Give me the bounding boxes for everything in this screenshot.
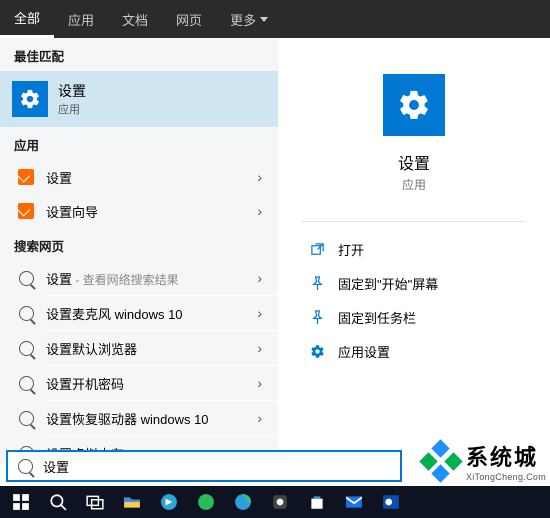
- start-button[interactable]: [4, 488, 38, 516]
- outlook-icon[interactable]: [374, 488, 408, 516]
- search-filter-tabs: 全部 应用 文档 网页 更多: [0, 0, 550, 38]
- web-header: 搜索网页: [0, 228, 278, 261]
- chevron-right-icon: ›: [257, 203, 262, 219]
- gear-icon: [383, 74, 445, 136]
- list-item-label: 设置开机密码: [46, 374, 257, 393]
- file-explorer-icon[interactable]: [115, 488, 149, 516]
- gear-icon: [306, 344, 328, 359]
- search-icon: [18, 459, 33, 474]
- taskbar-app-icon[interactable]: [263, 488, 297, 516]
- pin-icon: [306, 276, 328, 291]
- list-item[interactable]: 设置向导 ›: [0, 194, 278, 228]
- list-item[interactable]: 设置默认浏览器›: [0, 331, 278, 365]
- search-icon: [19, 411, 34, 426]
- search-input-container[interactable]: [6, 450, 402, 482]
- tab-more[interactable]: 更多: [216, 0, 282, 38]
- action-label: 打开: [338, 240, 364, 259]
- action-label: 固定到"开始"屏幕: [338, 274, 438, 293]
- list-item-label: 设置: [46, 168, 257, 187]
- list-item[interactable]: 设置恢复驱动器 windows 10›: [0, 401, 278, 435]
- list-item-label: 设置向导: [46, 202, 257, 221]
- app-icon: [18, 169, 34, 185]
- best-match-item[interactable]: 设置 应用: [0, 71, 278, 127]
- app-icon: [18, 203, 34, 219]
- task-view-icon[interactable]: [78, 488, 112, 516]
- search-icon: [19, 306, 34, 321]
- best-match-title: 设置: [58, 81, 86, 101]
- taskbar-app-icon[interactable]: [152, 488, 186, 516]
- search-taskbar-icon[interactable]: [41, 488, 75, 516]
- watermark-url: XiTongCheng.Com: [466, 472, 546, 482]
- search-icon: [19, 376, 34, 391]
- action-pin-start[interactable]: 固定到"开始"屏幕: [302, 266, 526, 300]
- apps-header: 应用: [0, 127, 278, 160]
- list-item-label: 设置麦克风 windows 10: [46, 304, 257, 323]
- mail-icon[interactable]: [337, 488, 371, 516]
- results-panel: 最佳匹配 设置 应用 应用 设置 › 设置向导 › 搜索网页 设置 - 查看网络…: [0, 38, 278, 464]
- tab-apps[interactable]: 应用: [54, 0, 108, 38]
- list-item[interactable]: 设置开机密码›: [0, 366, 278, 400]
- tab-documents[interactable]: 文档: [108, 0, 162, 38]
- list-item-label: 设置默认浏览器: [46, 339, 257, 358]
- search-icon: [19, 271, 34, 286]
- list-item-label: 设置恢复驱动器 windows 10: [46, 409, 257, 428]
- list-item-label: 设置 - 查看网络搜索结果: [46, 269, 257, 288]
- chevron-down-icon: [260, 17, 268, 22]
- chevron-right-icon: ›: [257, 340, 262, 356]
- edge-icon[interactable]: [226, 488, 260, 516]
- preview-title: 设置: [302, 150, 526, 174]
- tab-web[interactable]: 网页: [162, 0, 216, 38]
- chevron-right-icon: ›: [257, 169, 262, 185]
- best-match-header: 最佳匹配: [0, 38, 278, 71]
- preview-panel: 设置 应用 打开 固定到"开始"屏幕 固定到任务栏 应用设置: [278, 38, 550, 464]
- taskbar: [0, 486, 550, 518]
- chevron-right-icon: ›: [257, 410, 262, 426]
- list-item[interactable]: 设置 - 查看网络搜索结果 ›: [0, 261, 278, 295]
- gear-icon: [12, 81, 48, 117]
- search-input[interactable]: [43, 459, 390, 474]
- action-open[interactable]: 打开: [302, 232, 526, 266]
- store-icon[interactable]: [300, 488, 334, 516]
- action-label: 应用设置: [338, 342, 390, 361]
- preview-sub: 应用: [302, 176, 526, 193]
- action-label: 固定到任务栏: [338, 308, 416, 327]
- list-item[interactable]: 设置麦克风 windows 10›: [0, 296, 278, 330]
- separator: [302, 221, 526, 222]
- chevron-right-icon: ›: [257, 375, 262, 391]
- open-icon: [306, 242, 328, 257]
- action-pin-taskbar[interactable]: 固定到任务栏: [302, 300, 526, 334]
- chevron-right-icon: ›: [257, 305, 262, 321]
- tab-all[interactable]: 全部: [0, 0, 54, 38]
- list-item[interactable]: 设置 ›: [0, 160, 278, 194]
- search-icon: [19, 341, 34, 356]
- pin-icon: [306, 310, 328, 325]
- action-app-settings[interactable]: 应用设置: [302, 334, 526, 368]
- best-match-sub: 应用: [58, 101, 86, 117]
- taskbar-app-icon[interactable]: [189, 488, 223, 516]
- chevron-right-icon: ›: [257, 270, 262, 286]
